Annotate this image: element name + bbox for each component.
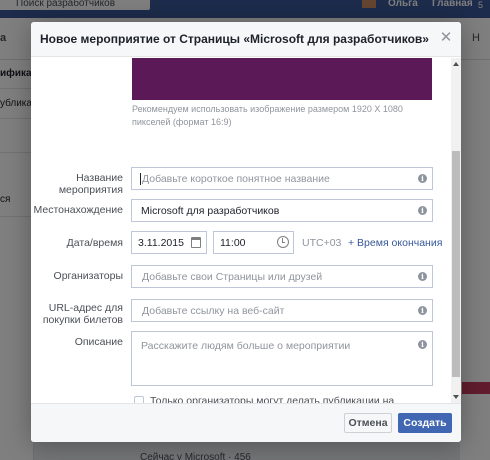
clock-icon[interactable] — [277, 236, 289, 248]
dialog-footer: Отмена Создать — [31, 403, 461, 442]
datetime-label: Дата/время — [66, 237, 123, 249]
create-button[interactable]: Создать — [398, 413, 452, 433]
date-value: 3.11.2015 — [138, 237, 184, 249]
timezone-label: UTC+03 — [302, 237, 342, 249]
info-icon[interactable]: i — [418, 272, 427, 281]
info-icon[interactable]: i — [418, 174, 427, 183]
tickets-label: URL-адрес для покупки билетов — [42, 302, 123, 326]
info-icon[interactable]: i — [418, 306, 427, 315]
calendar-icon[interactable] — [191, 237, 201, 248]
scroll-down-arrow-icon[interactable] — [453, 395, 459, 399]
event-name-placeholder: Добавьте короткое понятное название — [142, 173, 330, 185]
time-input[interactable]: 11:00 — [213, 231, 294, 254]
scroll-thumb[interactable] — [452, 151, 460, 377]
dialog-body: Рекомендуем использовать изображение раз… — [31, 58, 461, 403]
event-cover-image[interactable] — [132, 58, 432, 100]
organizers-label: Организаторы — [53, 270, 123, 282]
cover-hint: Рекомендуем использовать изображение раз… — [132, 104, 403, 127]
info-icon[interactable]: i — [418, 206, 427, 215]
description-label: Описание — [74, 336, 123, 348]
description-placeholder: Расскажите людям больше о мероприятии — [141, 340, 351, 352]
close-icon[interactable]: ✕ — [438, 30, 454, 46]
organizers-input[interactable]: Добавьте свои Страницы или друзей i — [131, 265, 433, 288]
location-label: Местонахождение — [33, 204, 123, 216]
tickets-url-input[interactable]: Добавьте ссылку на веб-сайт i — [131, 299, 433, 322]
organizers-only-checkbox[interactable] — [134, 396, 144, 403]
add-end-time-link[interactable]: + Время окончания — [348, 237, 442, 249]
text-cursor — [140, 173, 141, 185]
event-name-input[interactable]: Добавьте короткое понятное название i — [131, 167, 433, 190]
date-input[interactable]: 3.11.2015 — [131, 231, 207, 254]
location-value: Microsoft для разработчиков — [141, 205, 280, 217]
scroll-up-arrow-icon[interactable] — [453, 62, 459, 66]
dialog-scrollbar[interactable] — [451, 58, 461, 403]
create-event-dialog: Новое мероприятие от Страницы «Microsoft… — [31, 22, 461, 442]
location-input[interactable]: Microsoft для разработчиков i — [131, 199, 433, 222]
dialog-title: Новое мероприятие от Страницы «Microsoft… — [40, 32, 429, 46]
time-value: 11:00 — [220, 237, 246, 249]
description-textarea[interactable]: Расскажите людям больше о мероприятии i — [131, 331, 433, 386]
cancel-button[interactable]: Отмена — [344, 413, 392, 433]
name-label: Название мероприятия — [58, 172, 123, 196]
dialog-header: Новое мероприятие от Страницы «Microsoft… — [31, 22, 461, 57]
info-icon[interactable]: i — [418, 340, 427, 349]
organizers-only-label[interactable]: Только организаторы могут делать публика… — [150, 394, 410, 403]
tickets-placeholder: Добавьте ссылку на веб-сайт — [142, 305, 285, 317]
organizers-placeholder: Добавьте свои Страницы или друзей — [142, 271, 323, 283]
